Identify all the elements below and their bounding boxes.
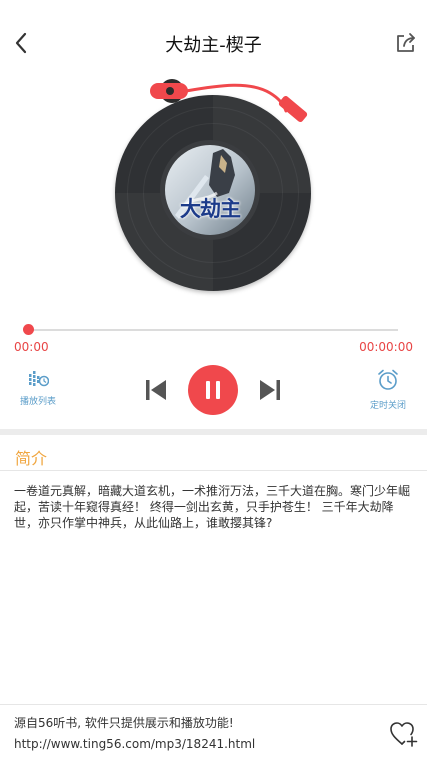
playlist-button[interactable]: 播放列表 (8, 370, 68, 407)
next-button[interactable] (257, 377, 283, 403)
pause-icon (206, 381, 220, 399)
share-icon (397, 33, 415, 52)
timer-label: 定时关闭 (369, 401, 406, 411)
source-url[interactable]: http://www.ting56.com/mp3/18241.html (14, 737, 255, 751)
top-bar: 大劫主-楔子 (0, 0, 427, 86)
playlist-label: 播放列表 (19, 397, 56, 407)
previous-button[interactable] (143, 377, 169, 403)
prev-icon (146, 380, 166, 400)
progress-knob[interactable] (23, 324, 34, 335)
alarm-clock-icon (378, 369, 398, 390)
playlist-icon (29, 371, 50, 387)
heart-plus-icon (390, 722, 418, 747)
share-button[interactable] (393, 30, 419, 56)
source-note: 源自56听书, 软件只提供展示和播放功能! (14, 716, 234, 730)
cover-title: 大劫主 (180, 196, 241, 221)
total-time: 00:00:00 (359, 340, 413, 354)
album-cover: 大劫主 (160, 140, 260, 240)
progress-bar[interactable] (28, 329, 398, 331)
tonearm (150, 79, 308, 123)
vinyl-record: 大劫主 (110, 75, 320, 295)
favorite-button[interactable] (389, 720, 419, 748)
intro-divider (0, 470, 427, 471)
back-button[interactable] (10, 30, 34, 56)
intro-heading: 简介 (15, 449, 48, 468)
intro-text: 一卷道元真解，暗藏大道玄机，一术推洐万法，三千大道在胸。寒门少年崛起，苦读十年窥… (14, 484, 411, 530)
section-divider (0, 429, 427, 435)
current-time: 00:00 (14, 340, 49, 354)
timer-button[interactable]: 定时关闭 (358, 368, 418, 411)
page-title: 大劫主-楔子 (165, 35, 262, 56)
next-icon (260, 380, 280, 400)
pause-button[interactable] (188, 365, 238, 415)
footer: 源自56听书, 软件只提供展示和播放功能! http://www.ting56.… (0, 704, 427, 760)
chevron-left-icon (15, 32, 27, 54)
